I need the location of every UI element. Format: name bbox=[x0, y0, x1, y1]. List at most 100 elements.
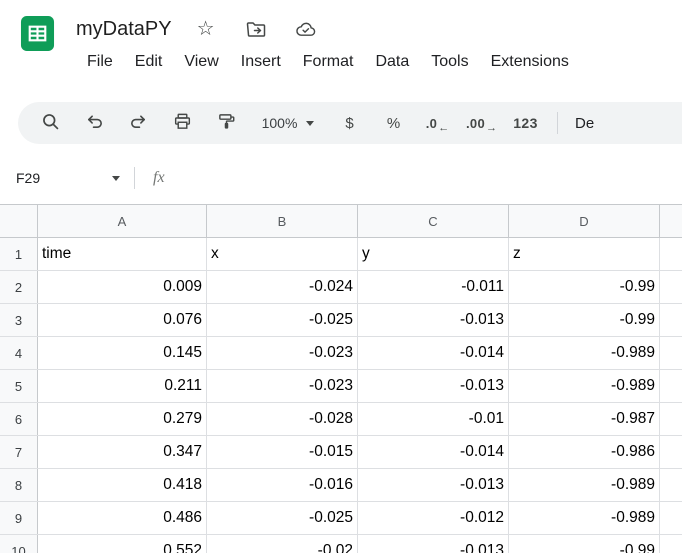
search-button[interactable] bbox=[32, 106, 69, 140]
cell[interactable]: -0.013 bbox=[358, 370, 509, 402]
cell[interactable]: -0.025 bbox=[207, 502, 358, 534]
cell[interactable]: -0.023 bbox=[207, 370, 358, 402]
cell[interactable]: -0.016 bbox=[207, 469, 358, 501]
chevron-down-icon bbox=[306, 121, 314, 126]
cell[interactable]: -0.028 bbox=[207, 403, 358, 435]
cell[interactable]: -0.015 bbox=[207, 436, 358, 468]
row-header-2[interactable]: 2 bbox=[0, 271, 38, 303]
cell[interactable]: -0.989 bbox=[509, 370, 660, 402]
cell[interactable] bbox=[660, 502, 682, 534]
menu-item-extensions[interactable]: Extensions bbox=[480, 48, 580, 76]
row-header-9[interactable]: 9 bbox=[0, 502, 38, 534]
cell[interactable]: -0.99 bbox=[509, 535, 660, 553]
cell[interactable] bbox=[660, 271, 682, 303]
cell[interactable]: 0.211 bbox=[38, 370, 207, 402]
cell[interactable]: -0.989 bbox=[509, 469, 660, 501]
cell[interactable]: -0.024 bbox=[207, 271, 358, 303]
redo-button[interactable] bbox=[120, 106, 157, 140]
cell[interactable]: 0.552 bbox=[38, 535, 207, 553]
cell[interactable]: -0.987 bbox=[509, 403, 660, 435]
cell[interactable]: z bbox=[509, 238, 660, 270]
decrease-decimal-button[interactable]: .0 ← bbox=[419, 106, 456, 140]
menu-item-view[interactable]: View bbox=[173, 48, 229, 76]
column-headers-row: ABCD bbox=[0, 205, 682, 238]
menu-item-file[interactable]: File bbox=[76, 48, 124, 76]
menu-item-tools[interactable]: Tools bbox=[420, 48, 479, 76]
move-to-folder-icon[interactable] bbox=[244, 17, 268, 41]
percent-format-button[interactable]: % bbox=[375, 106, 412, 140]
select-all-corner[interactable] bbox=[0, 205, 38, 237]
cell[interactable] bbox=[660, 370, 682, 402]
cell[interactable]: -0.013 bbox=[358, 469, 509, 501]
cell[interactable]: -0.014 bbox=[358, 436, 509, 468]
cell[interactable]: -0.014 bbox=[358, 337, 509, 369]
cell[interactable]: 0.076 bbox=[38, 304, 207, 336]
cell[interactable]: -0.99 bbox=[509, 271, 660, 303]
currency-format-button[interactable]: $ bbox=[331, 106, 368, 140]
cloud-status-icon[interactable] bbox=[294, 17, 318, 41]
number-format-button[interactable]: 123 bbox=[507, 106, 544, 140]
menu-item-edit[interactable]: Edit bbox=[124, 48, 174, 76]
cell[interactable]: 0.009 bbox=[38, 271, 207, 303]
cell[interactable]: -0.025 bbox=[207, 304, 358, 336]
cell[interactable] bbox=[660, 469, 682, 501]
google-sheets-app: myDataPY ☆ FileEditViewInsertFormatDataT… bbox=[0, 0, 682, 553]
undo-button[interactable] bbox=[76, 106, 113, 140]
cell[interactable]: 0.486 bbox=[38, 502, 207, 534]
cell[interactable]: 0.418 bbox=[38, 469, 207, 501]
cell[interactable]: y bbox=[358, 238, 509, 270]
cell[interactable] bbox=[660, 304, 682, 336]
toolbar-divider bbox=[557, 112, 558, 134]
cell[interactable]: x bbox=[207, 238, 358, 270]
column-header-a[interactable]: A bbox=[38, 205, 207, 237]
name-box[interactable]: F29 bbox=[0, 170, 134, 186]
print-button[interactable] bbox=[164, 106, 201, 140]
column-header-partial[interactable] bbox=[660, 205, 682, 237]
cell[interactable]: 0.145 bbox=[38, 337, 207, 369]
decrease-decimal-icon: .0 ← bbox=[426, 116, 449, 131]
cell[interactable]: -0.013 bbox=[358, 535, 509, 553]
cell[interactable]: -0.011 bbox=[358, 271, 509, 303]
column-header-c[interactable]: C bbox=[358, 205, 509, 237]
document-title[interactable]: myDataPY bbox=[76, 18, 172, 41]
cell[interactable]: 0.279 bbox=[38, 403, 207, 435]
row-header-5[interactable]: 5 bbox=[0, 370, 38, 402]
column-header-d[interactable]: D bbox=[509, 205, 660, 237]
cell[interactable] bbox=[660, 337, 682, 369]
paint-format-button[interactable] bbox=[208, 106, 245, 140]
row-header-7[interactable]: 7 bbox=[0, 436, 38, 468]
zoom-dropdown[interactable]: 100% bbox=[252, 106, 324, 140]
row-header-8[interactable]: 8 bbox=[0, 469, 38, 501]
cell[interactable]: -0.01 bbox=[358, 403, 509, 435]
increase-decimal-button[interactable]: .00 → bbox=[463, 106, 500, 140]
increase-decimal-icon: .00 → bbox=[466, 116, 497, 131]
menu-item-format[interactable]: Format bbox=[292, 48, 365, 76]
cell[interactable]: -0.989 bbox=[509, 502, 660, 534]
cell[interactable]: -0.02 bbox=[207, 535, 358, 553]
row-header-6[interactable]: 6 bbox=[0, 403, 38, 435]
menu-item-data[interactable]: Data bbox=[364, 48, 420, 76]
column-header-b[interactable]: B bbox=[207, 205, 358, 237]
cell[interactable]: 0.347 bbox=[38, 436, 207, 468]
row-header-3[interactable]: 3 bbox=[0, 304, 38, 336]
sheets-logo-icon[interactable] bbox=[20, 15, 55, 57]
cell[interactable]: -0.023 bbox=[207, 337, 358, 369]
cell[interactable]: -0.013 bbox=[358, 304, 509, 336]
font-name-partial: De bbox=[575, 115, 594, 132]
star-icon[interactable]: ☆ bbox=[194, 17, 218, 41]
row-header-1[interactable]: 1 bbox=[0, 238, 38, 270]
cell[interactable]: -0.986 bbox=[509, 436, 660, 468]
cell[interactable] bbox=[660, 403, 682, 435]
menu-item-insert[interactable]: Insert bbox=[230, 48, 292, 76]
font-dropdown[interactable]: De bbox=[571, 106, 598, 140]
cell[interactable]: time bbox=[38, 238, 207, 270]
cell[interactable] bbox=[660, 535, 682, 553]
cell[interactable] bbox=[660, 238, 682, 270]
cell[interactable]: -0.99 bbox=[509, 304, 660, 336]
cell[interactable]: -0.989 bbox=[509, 337, 660, 369]
cell[interactable]: -0.012 bbox=[358, 502, 509, 534]
row-header-4[interactable]: 4 bbox=[0, 337, 38, 369]
row-header-10[interactable]: 10 bbox=[0, 535, 38, 553]
cell[interactable] bbox=[660, 436, 682, 468]
cell-reference: F29 bbox=[16, 170, 40, 186]
